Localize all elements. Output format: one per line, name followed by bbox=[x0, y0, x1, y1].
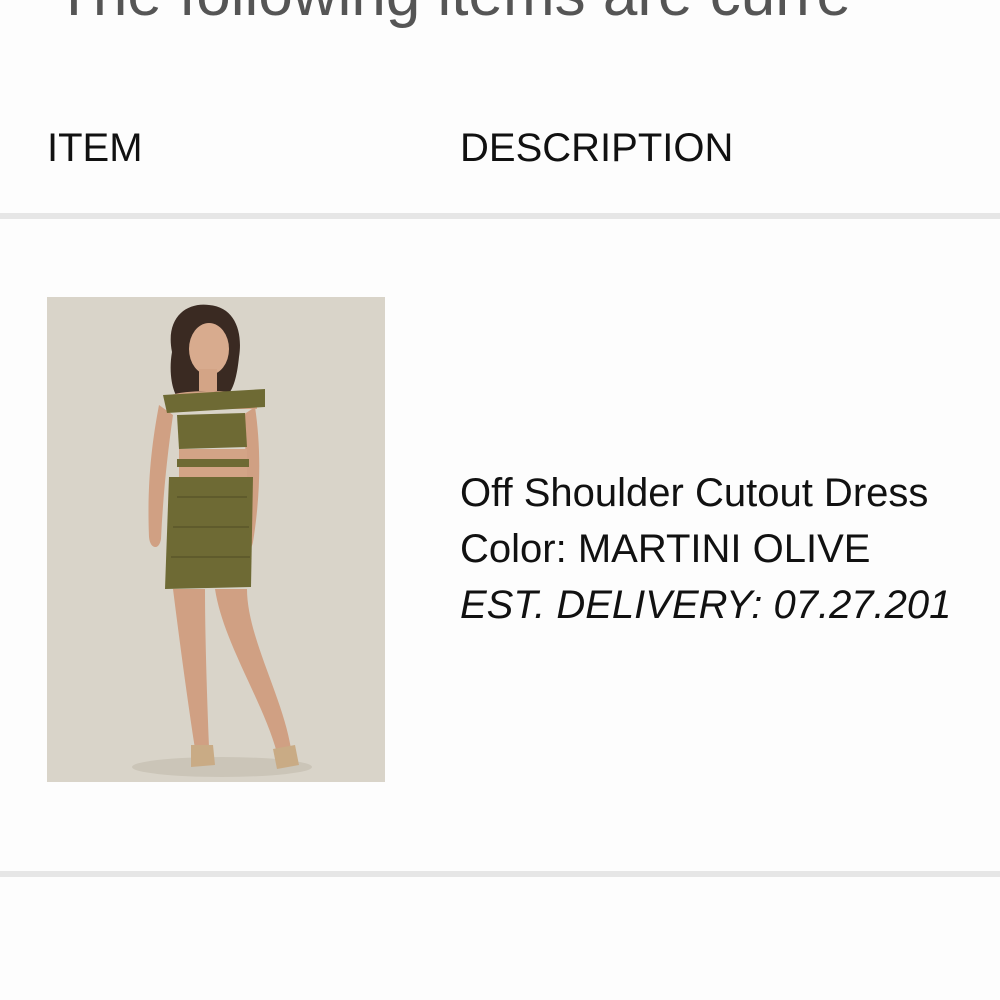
product-description: Off Shoulder Cutout Dress Color: MARTINI… bbox=[460, 465, 1000, 633]
row-divider bbox=[0, 871, 1000, 877]
column-header-description: DESCRIPTION bbox=[460, 126, 734, 170]
header-divider bbox=[0, 213, 1000, 219]
product-name[interactable]: Off Shoulder Cutout Dress bbox=[460, 465, 1000, 521]
dress-illustration bbox=[47, 297, 385, 782]
order-confirmation-page: The following items are curre ITEM DESCR… bbox=[0, 0, 1000, 1000]
intro-text: The following items are curre bbox=[55, 0, 851, 30]
product-image[interactable] bbox=[47, 297, 385, 782]
product-color: Color: MARTINI OLIVE bbox=[460, 527, 871, 571]
column-header-item: ITEM bbox=[47, 126, 143, 170]
estimated-delivery: EST. DELIVERY: 07.27.201 bbox=[460, 583, 952, 627]
